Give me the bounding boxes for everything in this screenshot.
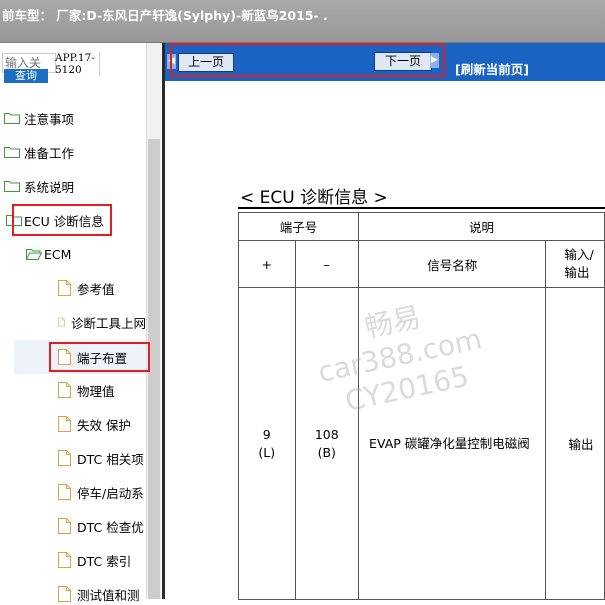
tree-item-dtc-related[interactable]: DTC 相关项 bbox=[58, 447, 146, 469]
tree-item-label: DTC 检查优 bbox=[77, 519, 144, 535]
document-icon bbox=[58, 450, 71, 466]
cell-plus: 9 (L) bbox=[238, 287, 296, 600]
document-icon bbox=[58, 586, 71, 602]
header-terminal-no: 端子号 bbox=[237, 212, 360, 241]
folder-open-icon bbox=[26, 249, 42, 260]
search-area: 查询 APP.17-5120 bbox=[0, 43, 145, 93]
document-icon bbox=[58, 317, 65, 327]
next-arrow-icon[interactable]: ▶ bbox=[430, 53, 439, 68]
tree-item-dtc-check-priority[interactable]: DTC 检查优 bbox=[58, 515, 146, 537]
cell-input-output: 输出 bbox=[545, 287, 605, 600]
document-icon bbox=[58, 484, 71, 500]
document-icon bbox=[58, 349, 71, 365]
document-icon bbox=[58, 552, 71, 568]
refresh-page-link[interactable]: [刷新当前页] bbox=[455, 59, 529, 78]
tree-item-label: 测试值和测 bbox=[77, 587, 140, 603]
page-nav-bar: ◀ 上一页 下一页 ▶ [刷新当前页] bbox=[165, 43, 605, 81]
header-signal-name: 信号名称 bbox=[358, 240, 547, 288]
minus-terminal: 108 bbox=[314, 426, 339, 442]
tree-item-physical-value[interactable]: 物理值 bbox=[58, 379, 146, 401]
document-icon bbox=[58, 416, 71, 432]
tree-item-preparation[interactable]: 准备工作 bbox=[4, 141, 74, 163]
table-subheader-row: + – 信号名称 输入/输出 bbox=[238, 240, 605, 288]
table-row: 9 (L) 108 (B) EVAP 碳罐净化量控制电磁阀 输出 bbox=[238, 287, 605, 600]
scrollbar-thumb[interactable] bbox=[148, 139, 160, 599]
folder-icon bbox=[6, 215, 22, 226]
minus-wire-color: (B) bbox=[317, 444, 336, 460]
folder-icon bbox=[4, 113, 20, 124]
tree-item-diagnosis-tool[interactable]: 诊断工具上网 bbox=[58, 311, 146, 333]
pane-divider[interactable] bbox=[162, 43, 165, 599]
cell-signal-name: EVAP 碳罐净化量控制电磁阀 bbox=[358, 287, 547, 600]
folder-icon bbox=[4, 181, 20, 192]
tree-item-fail-safe[interactable]: 失效 保护 bbox=[58, 413, 146, 435]
next-page-button[interactable]: 下一页 bbox=[374, 52, 432, 71]
tree-item-terminal-layout[interactable]: 端子布置 bbox=[14, 340, 146, 374]
tree-item-system-description[interactable]: 系统说明 bbox=[4, 175, 74, 197]
title-bar: 前车型： 厂家:D-东风日产轩逸(Sylphy)-新蓝鸟2015- . bbox=[0, 0, 605, 43]
header-description: 说明 bbox=[358, 212, 605, 241]
tree-item-reference-value[interactable]: 参考值 bbox=[58, 277, 146, 299]
cell-minus: 108 (B) bbox=[294, 287, 360, 600]
tree-item-label: 物理值 bbox=[77, 383, 115, 399]
tree-item-label: 停车/启动系 bbox=[77, 485, 144, 501]
plus-wire-color: (L) bbox=[258, 444, 276, 460]
tree-item-precautions[interactable]: 注意事项 bbox=[4, 107, 74, 129]
header-plus: + bbox=[238, 240, 296, 288]
sidebar-scrollbar[interactable] bbox=[146, 43, 161, 599]
document-icon bbox=[58, 382, 71, 398]
heading-rule bbox=[238, 207, 605, 209]
tree-item-label: 注意事项 bbox=[24, 111, 75, 127]
tree-item-label: DTC 相关项 bbox=[77, 451, 144, 467]
document-heading: < ECU 诊断信息 > bbox=[240, 188, 388, 208]
prev-page-button[interactable]: 上一页 bbox=[178, 53, 234, 72]
search-button[interactable]: 查询 bbox=[4, 69, 48, 83]
tree-item-label: 参考值 bbox=[77, 281, 115, 297]
tree-item-label: 诊断工具上网 bbox=[70, 315, 146, 331]
tree-item-label: ECU 诊断信息 bbox=[24, 213, 104, 229]
tree-item-stop-start-system[interactable]: 停车/启动系 bbox=[58, 481, 146, 503]
tree-item-dtc-index[interactable]: DTC 索引 bbox=[58, 549, 146, 571]
tree-item-label: 端子布置 bbox=[77, 350, 128, 366]
tree-item-label: DTC 索引 bbox=[77, 553, 132, 569]
table-header-row: 端子号 说明 bbox=[237, 212, 605, 241]
tree-item-label: ECM bbox=[44, 246, 72, 262]
app-code-label: APP.17-5120 bbox=[55, 52, 100, 76]
tree-item-label: 系统说明 bbox=[24, 179, 75, 195]
folder-icon bbox=[4, 147, 20, 158]
document-icon bbox=[58, 518, 71, 534]
tree-item-label: 失效 保护 bbox=[77, 417, 131, 433]
header-input-output: 输入/输出 bbox=[545, 240, 605, 288]
tree-item-label: 准备工作 bbox=[24, 145, 75, 161]
tree-item-ecu-diagnosis[interactable]: ECU 诊断信息 bbox=[6, 209, 104, 231]
plus-terminal: 9 bbox=[262, 426, 271, 442]
prev-arrow-icon[interactable]: ◀ bbox=[167, 54, 176, 69]
vehicle-model-title: 前车型： 厂家:D-东风日产轩逸(Sylphy)-新蓝鸟2015- . bbox=[2, 8, 328, 23]
tree-item-ecm[interactable]: ECM bbox=[26, 243, 71, 265]
document-icon bbox=[58, 280, 71, 296]
header-minus: – bbox=[294, 240, 360, 288]
tree-item-test-values[interactable]: 测试值和测 bbox=[58, 583, 146, 605]
sidebar: 查询 APP.17-5120 注意事项 准备工作 系统说明 ECU 诊断信息 bbox=[0, 43, 162, 603]
terminal-table: 端子号 说明 + – 信号名称 输入/输出 9 (L) 108 (B) EVAP… bbox=[237, 212, 605, 600]
